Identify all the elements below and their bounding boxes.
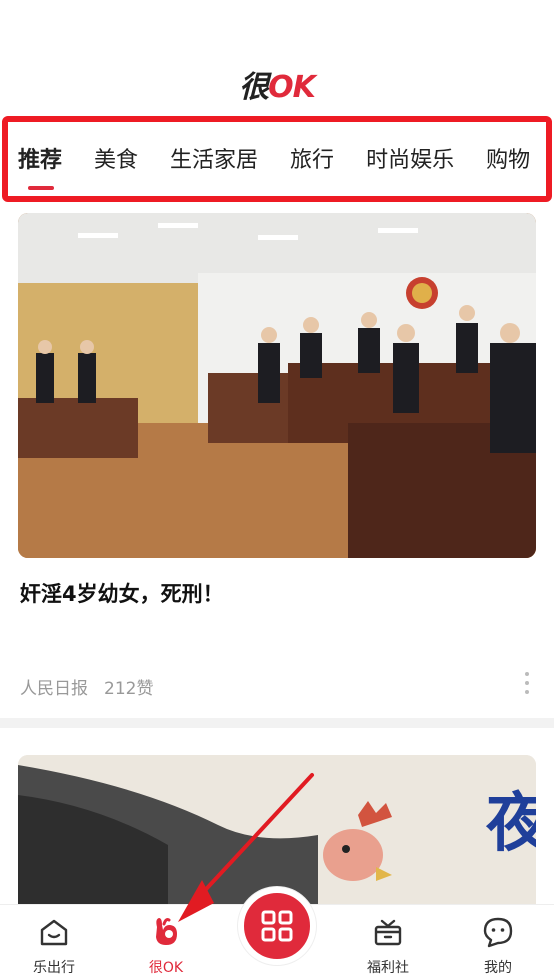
article-likes: 212赞 (104, 679, 154, 699)
face-icon (483, 917, 513, 948)
nav-label: 福利社 (367, 960, 409, 976)
tab-food[interactable]: 美食 (94, 142, 138, 174)
nav-label: 我的 (484, 960, 512, 976)
nav-label: 很OK (148, 960, 184, 976)
tab-label: 生活家居 (170, 148, 259, 173)
nav-mine[interactable]: 我的 (458, 915, 538, 977)
nav-welfare[interactable]: 福利社 (348, 915, 428, 977)
feed-divider (0, 718, 554, 728)
tab-recommend[interactable]: 推荐 (18, 142, 63, 190)
article-image[interactable] (18, 213, 536, 558)
tab-shopping[interactable]: 购物 (486, 142, 530, 174)
category-tabs-highlight: 推荐 美食 生活家居 旅行 时尚娱乐 购物 (2, 116, 552, 202)
tab-label: 推荐 (18, 148, 63, 173)
article-source: 人民日报 (20, 679, 88, 699)
tab-label: 时尚娱乐 (366, 148, 455, 173)
more-options-icon[interactable] (524, 672, 530, 694)
feed-card[interactable] (18, 213, 536, 558)
ok-hand-icon (156, 918, 177, 945)
gift-icon (374, 919, 402, 946)
tab-travel[interactable]: 旅行 (290, 142, 334, 174)
home-smile-icon (40, 919, 68, 946)
tab-home-living[interactable]: 生活家居 (170, 142, 258, 174)
logo-part-1: 很 (239, 70, 269, 105)
scan-button[interactable] (238, 887, 316, 965)
svg-text:夜: 夜 (485, 787, 536, 861)
nav-label: 乐出行 (33, 960, 75, 976)
tab-label: 美食 (94, 148, 139, 173)
tab-label: 购物 (486, 148, 531, 173)
scan-icon (261, 910, 293, 942)
active-tab-indicator (28, 186, 54, 190)
app-logo: 很OK (0, 62, 554, 106)
tab-fashion-ent[interactable]: 时尚娱乐 (366, 142, 454, 174)
nav-ok[interactable]: 很OK (126, 915, 206, 977)
logo-part-2: OK (268, 70, 316, 105)
tab-label: 旅行 (290, 148, 335, 173)
article-meta: 人民日报 212赞 (20, 674, 169, 699)
nav-travel[interactable]: 乐出行 (14, 915, 94, 977)
bottom-nav: 乐出行 很OK 福利社 我的 (0, 887, 554, 980)
article-title[interactable]: 奸淫4岁幼女，死刑！ (20, 578, 224, 608)
category-tabs: 推荐 美食 生活家居 旅行 时尚娱乐 购物 (18, 142, 546, 190)
